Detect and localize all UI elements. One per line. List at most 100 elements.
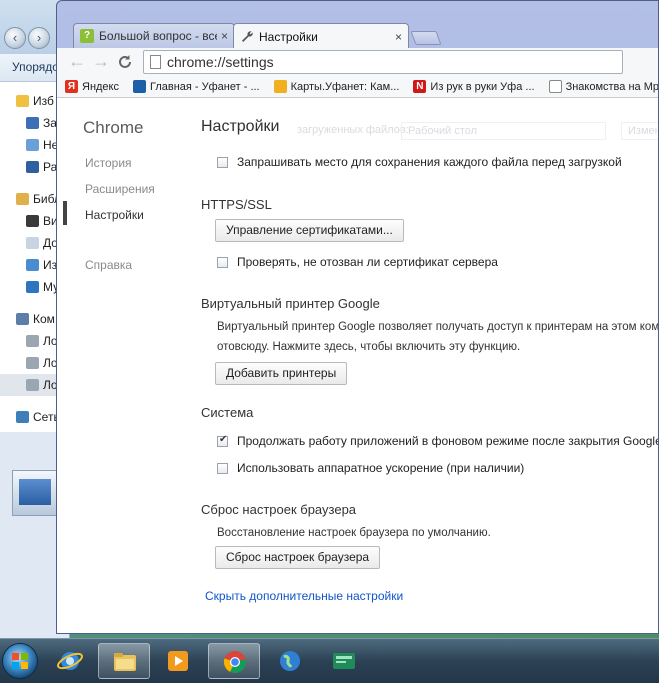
drive-icon [26,335,39,347]
cloud-print-section-title: Виртуальный принтер Google [201,296,380,311]
computer-icon [16,313,29,325]
manage-certificates-button[interactable]: Управление сертификатами... [215,219,404,242]
settings-content: загруженных файлов: Рабочий стол Измен Н… [201,98,658,633]
back-button[interactable]: ← [65,50,89,74]
library-icon [16,193,29,205]
ufanet-icon [133,80,146,93]
sidebar-item-history[interactable]: История [85,156,132,170]
tab-strip: ? Большой вопрос - все во × Настройки × [57,1,658,49]
background-apps-option[interactable]: Продолжать работу приложений в фоновом р… [217,434,658,448]
start-button[interactable] [2,643,38,679]
tree-label: Изб [33,94,54,108]
bookmark-mail-dating[interactable]: Знакомства на Мр... [548,80,658,93]
explorer-forward-button[interactable]: › [28,27,50,49]
irr-icon: N [413,80,427,93]
wrench-icon [242,30,253,42]
taskbar-media-player[interactable] [152,643,204,679]
reload-icon [119,55,131,68]
checkbox-label: Проверять, не отозван ли сертификат серв… [237,255,498,269]
tree-label: За [43,116,57,130]
hardware-acceleration-option[interactable]: Использовать аппаратное ускорение (при н… [217,461,524,475]
tab-title: Большой вопрос - все во [99,29,217,43]
checkbox-label: Продолжать работу приложений в фоновом р… [237,434,658,448]
folder-icon [26,139,39,151]
sidebar-brand: Chrome [83,118,144,137]
settings-page: Chrome История Расширения Настройки Спра… [57,98,658,633]
checkbox-label: Запрашивать место для сохранения каждого… [237,155,622,169]
page-title: Настройки [201,118,280,135]
new-tab-button[interactable] [410,31,442,45]
background-apps-checkbox[interactable] [217,434,228,447]
desktop-icon [26,161,39,173]
bookmark-yandex[interactable]: Я Яндекс [65,80,119,93]
chrome-icon [223,651,246,673]
windows-logo-icon [12,653,28,669]
system-section-title: Система [201,405,254,420]
bookmark-ufanet-main[interactable]: Главная - Уфанет - ... [133,80,260,93]
ghost-change-button: Измен [621,122,658,140]
taskbar-internet-explorer[interactable] [44,643,96,679]
sidebar-item-help[interactable]: Справка [85,258,132,272]
taskbar-network-globe[interactable] [264,643,316,679]
checkbox-label: Использовать аппаратное ускорение (при н… [237,461,525,475]
url-text: chrome://settings [167,54,274,70]
tab-bolshoy-vopros[interactable]: ? Большой вопрос - все во × [73,23,235,48]
bookmark-label: Главная - Уфанет - ... [150,80,260,93]
internet-explorer-icon [57,652,83,670]
ask-download-location-option[interactable]: Запрашивать место для сохранения каждого… [217,155,622,169]
bookmark-label: Знакомства на Мр... [565,80,658,93]
taskbar [0,638,659,683]
hardware-acceleration-checkbox[interactable] [217,462,228,474]
close-icon[interactable]: × [395,30,402,44]
forward-button[interactable]: → [89,50,113,74]
network-icon [16,411,29,423]
cloud-print-description-line2: отовсюду. Нажмите здесь, чтобы включить … [217,341,521,353]
music-icon [26,281,39,293]
ask-download-location-checkbox[interactable] [217,156,228,168]
selected-marker [63,201,67,225]
check-revocation-option[interactable]: Проверять, не отозван ли сертификат серв… [217,255,498,269]
tab-title: Настройки [259,29,318,44]
document-icon [26,237,39,249]
reset-description: Восстановление настроек браузера по умол… [217,527,491,539]
sidebar-item-extensions[interactable]: Расширения [85,182,155,196]
bookmark-ufanet-maps[interactable]: Карты.Уфанет: Кам... [273,80,400,93]
cloud-print-description-line1: Виртуальный принтер Google позволяет пол… [217,321,658,333]
hide-advanced-settings-link[interactable]: Скрыть дополнительные настройки [205,589,403,603]
folder-icon [26,117,39,129]
address-bar[interactable]: chrome://settings [143,50,623,74]
close-icon[interactable]: × [221,29,228,43]
reset-browser-settings-button[interactable]: Сброс настроек браузера [215,546,381,569]
page-icon [548,80,562,93]
add-printers-button[interactable]: Добавить принтеры [215,362,348,385]
image-icon [26,259,39,271]
folder-icon [114,653,136,671]
tab-settings[interactable]: Настройки × [233,23,409,49]
taskbar-chrome[interactable] [208,643,260,679]
bookmark-irr-ufa[interactable]: N Из рук в руки Уфа ... [413,80,535,93]
explorer-back-button[interactable]: ‹ [4,27,26,49]
map-icon [273,80,287,93]
bookmarks-bar: Я Яндекс Главная - Уфанет - ... Карты.Уфа… [57,76,658,98]
media-player-icon [168,651,188,671]
ghost-download-field: Рабочий стол [401,122,606,140]
terminal-icon [333,653,355,669]
explorer-organize-label: Упорядо [12,60,59,74]
chrome-window: ? Большой вопрос - все во × Настройки × … [56,0,659,634]
reset-section-title: Сброс настроек браузера [201,502,357,517]
bookmark-label: Из рук в руки Уфа ... [430,80,535,93]
drive-icon [26,379,39,391]
globe-icon [280,651,300,671]
yandex-icon: Я [65,80,78,93]
sidebar-item-settings[interactable]: Настройки [85,208,144,222]
check-revocation-checkbox[interactable] [217,256,228,268]
explorer-preview-thumbnail [12,470,58,516]
bookmark-label: Яндекс [82,80,119,93]
bookmark-label: Карты.Уфанет: Кам... [290,80,400,93]
taskbar-terminal-app[interactable] [318,643,370,679]
question-site-icon: ? [80,29,94,43]
taskbar-file-explorer[interactable] [98,643,150,679]
settings-sidebar: Chrome История Расширения Настройки Спра… [57,98,187,633]
reload-button[interactable] [113,50,137,74]
video-icon [26,215,39,227]
